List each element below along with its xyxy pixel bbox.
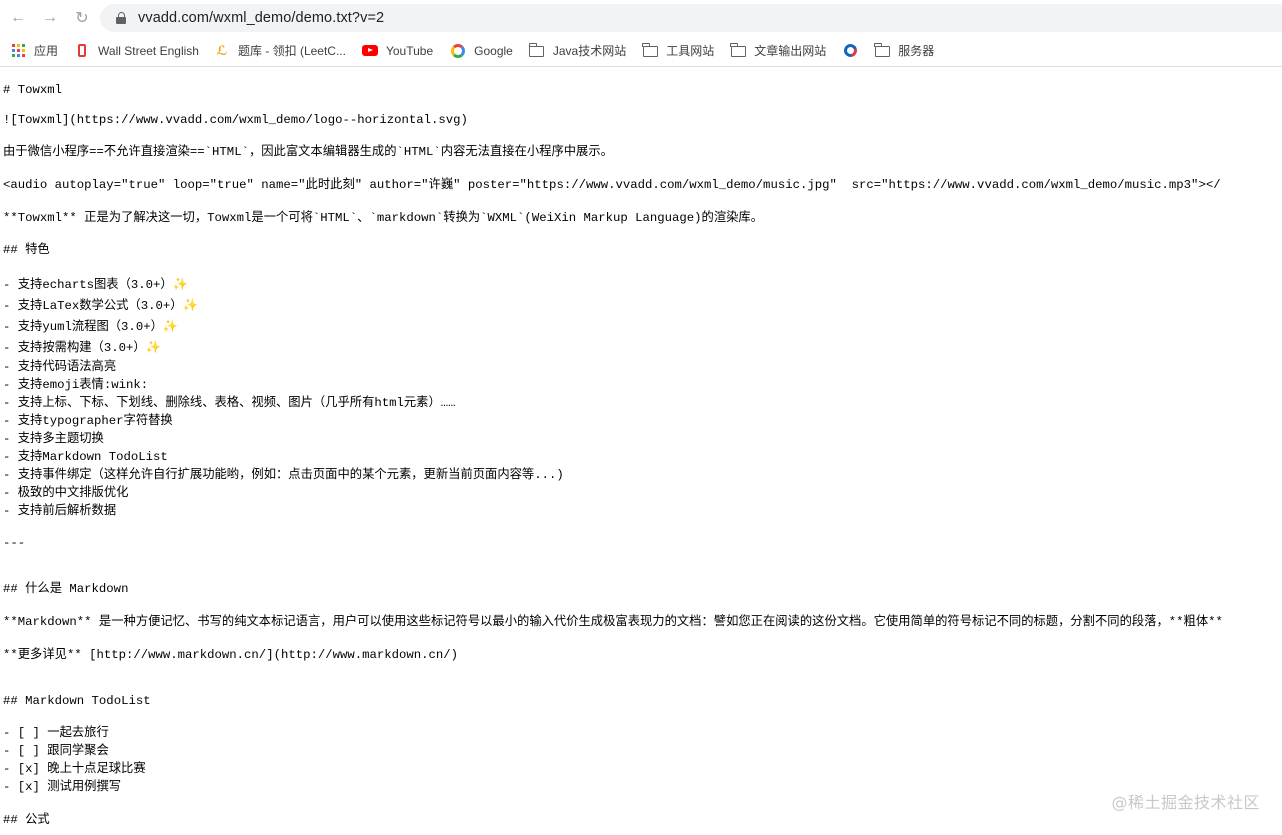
bookmark-label: Java技术网站 bbox=[552, 44, 627, 58]
watermark: @稀土掘金技术社区 bbox=[1111, 793, 1260, 812]
doc-line-image: ![Towxml](https://www.vvadd.com/wxml_dem… bbox=[3, 113, 468, 127]
doc-line-todo-item: - [x] 晚上十点足球比赛 bbox=[3, 762, 146, 776]
doc-line-list-item: - 支持typographer字符替换 bbox=[3, 414, 173, 428]
bookmark-leetcode[interactable]: ℒ 题库 - 领扣 (LeetC... bbox=[214, 42, 346, 59]
address-bar[interactable]: vvadd.com/wxml_demo/demo.txt?v=2 bbox=[100, 4, 1282, 32]
doc-line-list-item: - 支持echarts图表（3.0+）✨ bbox=[3, 278, 189, 292]
document-body: # Towxml ![Towxml](https://www.vvadd.com… bbox=[3, 67, 1282, 835]
bookmark-label: 应用 bbox=[34, 44, 59, 58]
forward-arrow-icon[interactable]: → bbox=[39, 7, 61, 29]
doc-line-list-item: - 支持前后解析数据 bbox=[3, 504, 117, 518]
doc-line-list-item: - 支持LaTex数学公式（3.0+）✨ bbox=[3, 299, 198, 313]
bookmark-label: 服务器 bbox=[898, 44, 935, 58]
doc-line-list-item: - 支持事件绑定（这样允许自行扩展功能哟，例如：点击页面中的某个元素，更新当前页… bbox=[3, 468, 564, 482]
folder-icon bbox=[528, 43, 545, 59]
folder-icon bbox=[874, 43, 890, 59]
doc-line-list-item: - 支持多主题切换 bbox=[3, 432, 104, 446]
folder-icon bbox=[642, 43, 658, 59]
doc-line-audio: <audio autoplay="true" loop="true" name=… bbox=[3, 178, 1221, 192]
bookmark-label: 工具网站 bbox=[666, 44, 715, 58]
doc-line-heading: ## 公式 bbox=[3, 813, 50, 827]
doc-line-list-item: - 支持Markdown TodoList bbox=[3, 450, 168, 464]
doc-line-link: **更多详见** [http://www.markdown.cn/](http:… bbox=[3, 648, 459, 662]
bookmark-google[interactable]: Google bbox=[450, 43, 513, 59]
doc-line-list-item: - 支持按需构建（3.0+）✨ bbox=[3, 341, 161, 355]
doc-line-todo-item: - [x] 测试用例撰写 bbox=[3, 780, 122, 794]
bookmark-label: Wall Street English bbox=[98, 43, 199, 58]
doc-line-heading: # Towxml bbox=[3, 83, 63, 97]
bookmark-label: YouTube bbox=[385, 43, 434, 58]
bookmark-wall-street-english[interactable]: Wall Street English bbox=[74, 43, 199, 59]
doc-line-heading: ## Markdown TodoList bbox=[3, 694, 151, 708]
folder-icon bbox=[730, 43, 746, 59]
doc-line-text: **Markdown** 是一种方便记忆、书写的纯文本标记语言，用户可以使用这些… bbox=[3, 615, 1223, 629]
reload-icon[interactable]: ↻ bbox=[71, 7, 93, 29]
bookmark-youtube[interactable]: YouTube bbox=[361, 43, 434, 59]
url-text[interactable]: vvadd.com/wxml_demo/demo.txt?v=2 bbox=[138, 10, 384, 26]
bookmark-label: Google bbox=[474, 43, 513, 58]
doc-line-heading: ## 特色 bbox=[3, 243, 50, 257]
lock-icon[interactable] bbox=[116, 12, 126, 24]
google-icon bbox=[450, 43, 466, 59]
bookmark-folder-server[interactable]: 服务器 bbox=[874, 42, 934, 59]
doc-line-heading: ## 什么是 Markdown bbox=[3, 582, 129, 596]
leetcode-icon: ℒ bbox=[216, 42, 228, 58]
swirl-icon bbox=[841, 41, 860, 60]
doc-line-text: 由于微信小程序==不允许直接渲染==`HTML`，因此富文本编辑器生成的`HTM… bbox=[3, 145, 613, 159]
bookmark-label: 文章输出网站 bbox=[754, 44, 827, 58]
bookmark-label: 题库 - 领扣 (LeetC... bbox=[237, 44, 346, 58]
bookmark-apps[interactable]: 应用 bbox=[10, 42, 58, 59]
doc-line-list-item: - 支持emoji表情:wink: bbox=[3, 378, 149, 392]
bookmark-folder-java[interactable]: Java技术网站 bbox=[528, 42, 627, 59]
doc-line-list-item: - 支持代码语法高亮 bbox=[3, 360, 117, 374]
bookmarks-bar: 应用 Wall Street English ℒ 题库 - 领扣 (LeetC.… bbox=[0, 35, 1282, 67]
apps-grid-icon bbox=[10, 43, 26, 59]
doc-line-todo-item: - [ ] 跟同学聚会 bbox=[3, 744, 109, 758]
doc-line-todo-item: - [ ] 一起去旅行 bbox=[3, 726, 109, 740]
wse-icon bbox=[74, 43, 90, 59]
bookmark-folder-articles[interactable]: 文章输出网站 bbox=[730, 42, 826, 59]
doc-line-list-item: - 极致的中文排版优化 bbox=[3, 486, 129, 500]
back-arrow-icon[interactable]: ← bbox=[7, 7, 29, 29]
doc-line-text: **Towxml** 正是为了解决这一切，Towxml是一个可将`HTML`、`… bbox=[3, 211, 764, 225]
bookmark-folder-tools[interactable]: 工具网站 bbox=[642, 42, 714, 59]
youtube-icon bbox=[361, 43, 378, 59]
doc-line-list-item: - 支持上标、下标、下划线、删除线、表格、视频、图片（几乎所有html元素）…… bbox=[3, 396, 456, 410]
doc-line-rule: --- bbox=[3, 536, 26, 550]
bookmark-swirl[interactable] bbox=[841, 41, 866, 60]
browser-toolbar: ← → ↻ vvadd.com/wxml_demo/demo.txt?v=2 bbox=[0, 0, 1282, 35]
doc-line-list-item: - 支持yuml流程图（3.0+）✨ bbox=[3, 320, 179, 334]
